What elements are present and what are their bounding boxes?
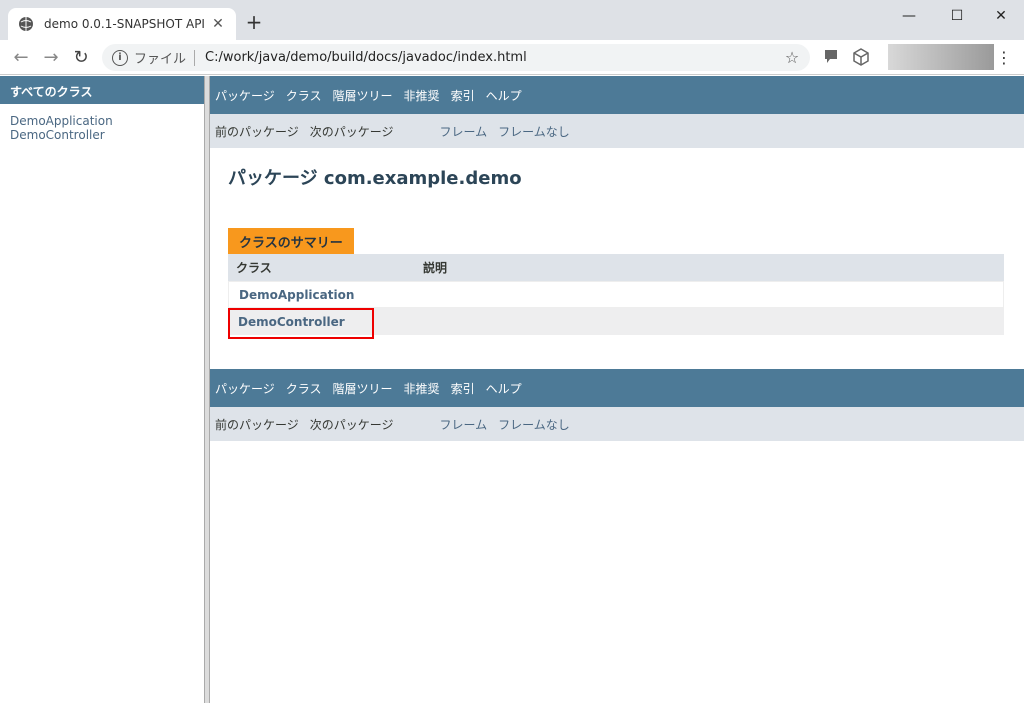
nav-index-bottom[interactable]: 索引 [451,380,475,397]
bottom-nav-bar: パッケージ クラス 階層ツリー 非推奨 索引 ヘルプ [210,369,1024,407]
column-header-description: 説明 [423,261,448,275]
title-bar: demo 0.0.1-SNAPSHOT API ✕ + — ☐ ✕ [0,0,1024,40]
maximize-button[interactable]: ☐ [934,0,980,32]
nav-help-bottom[interactable]: ヘルプ [486,380,522,397]
no-frames-link[interactable]: フレームなし [498,123,570,140]
scheme-label: ファイル [134,52,187,67]
address-bar[interactable]: i ファイル C:/work/java/demo/build/docs/java… [102,44,810,71]
content-frame: パッケージ クラス 階層ツリー 非推奨 索引 ヘルプ 前のパッケージ 次のパッケ… [210,76,1024,703]
browser-toolbar: ← → ↻ i ファイル C:/work/java/demo/build/doc… [0,40,1024,75]
class-link-demo-controller[interactable]: DemoController [10,128,195,142]
next-package-link[interactable]: 次のパッケージ [310,123,394,140]
class-link-demo-application[interactable]: DemoApplication [10,114,195,128]
column-header-class: クラス [236,261,272,275]
extension-cube-icon[interactable] [852,48,870,66]
frames-link[interactable]: フレーム [440,123,488,140]
prev-package-link-bottom[interactable]: 前のパッケージ [215,416,299,433]
minimize-button[interactable]: — [886,0,932,32]
class-list: DemoApplication DemoController [0,104,205,152]
info-icon[interactable]: i [112,49,128,66]
no-frames-link-bottom[interactable]: フレームなし [498,416,570,433]
new-tab-button[interactable]: + [244,12,264,32]
next-package-link-bottom[interactable]: 次のパッケージ [310,416,394,433]
nav-tree[interactable]: 階層ツリー [333,87,393,104]
frames-link-bottom[interactable]: フレーム [440,416,488,433]
nav-class-bottom[interactable]: クラス [286,380,322,397]
browser-tab[interactable]: demo 0.0.1-SNAPSHOT API ✕ [8,8,236,40]
highlight-box [228,308,374,339]
reload-icon[interactable]: ↻ [70,47,92,69]
bottom-nav: パッケージ クラス 階層ツリー 非推奨 索引 ヘルプ 前のパッケージ 次のパッケ… [210,369,1024,441]
page-title: パッケージ com.example.demo [228,168,522,189]
back-icon[interactable]: ← [10,47,32,69]
globe-icon [18,16,34,32]
profile-avatar[interactable] [888,44,994,70]
nav-index[interactable]: 索引 [451,87,475,104]
nav-package[interactable]: パッケージ [215,87,275,104]
all-classes-header: すべてのクラス [0,76,205,104]
tab-title: demo 0.0.1-SNAPSHOT API [44,17,205,31]
sub-nav-bar: 前のパッケージ 次のパッケージ フレーム フレームなし [210,114,1024,148]
nav-deprecated-bottom[interactable]: 非推奨 [404,380,440,397]
nav-package-bottom[interactable]: パッケージ [215,380,275,397]
bottom-sub-nav-bar: 前のパッケージ 次のパッケージ フレーム フレームなし [210,407,1024,441]
close-window-button[interactable]: ✕ [978,0,1024,32]
bookmark-star-icon[interactable]: ☆ [782,48,802,67]
extension-flag-icon[interactable] [822,48,840,66]
tab-close-icon[interactable]: ✕ [210,16,226,32]
top-nav-bar: パッケージ クラス 階層ツリー 非推奨 索引 ヘルプ [210,76,1024,114]
table-header-row: クラス 説明 [228,254,1004,281]
menu-dots-icon[interactable]: ⋮ [996,48,1012,68]
all-classes-frame: すべてのクラス DemoApplication DemoController [0,76,205,703]
omnibox-separator [194,49,196,66]
url-text[interactable]: C:/work/java/demo/build/docs/javadoc/ind… [205,50,782,65]
nav-deprecated[interactable]: 非推奨 [404,87,440,104]
nav-tree-bottom[interactable]: 階層ツリー [333,380,393,397]
row-link-demo-application[interactable]: DemoApplication [239,288,354,302]
class-summary-caption: クラスのサマリー [228,228,354,254]
table-row: DemoApplication [228,281,1004,308]
forward-icon[interactable]: → [40,47,62,69]
nav-class[interactable]: クラス [286,87,322,104]
nav-help[interactable]: ヘルプ [486,87,522,104]
prev-package-link[interactable]: 前のパッケージ [215,123,299,140]
